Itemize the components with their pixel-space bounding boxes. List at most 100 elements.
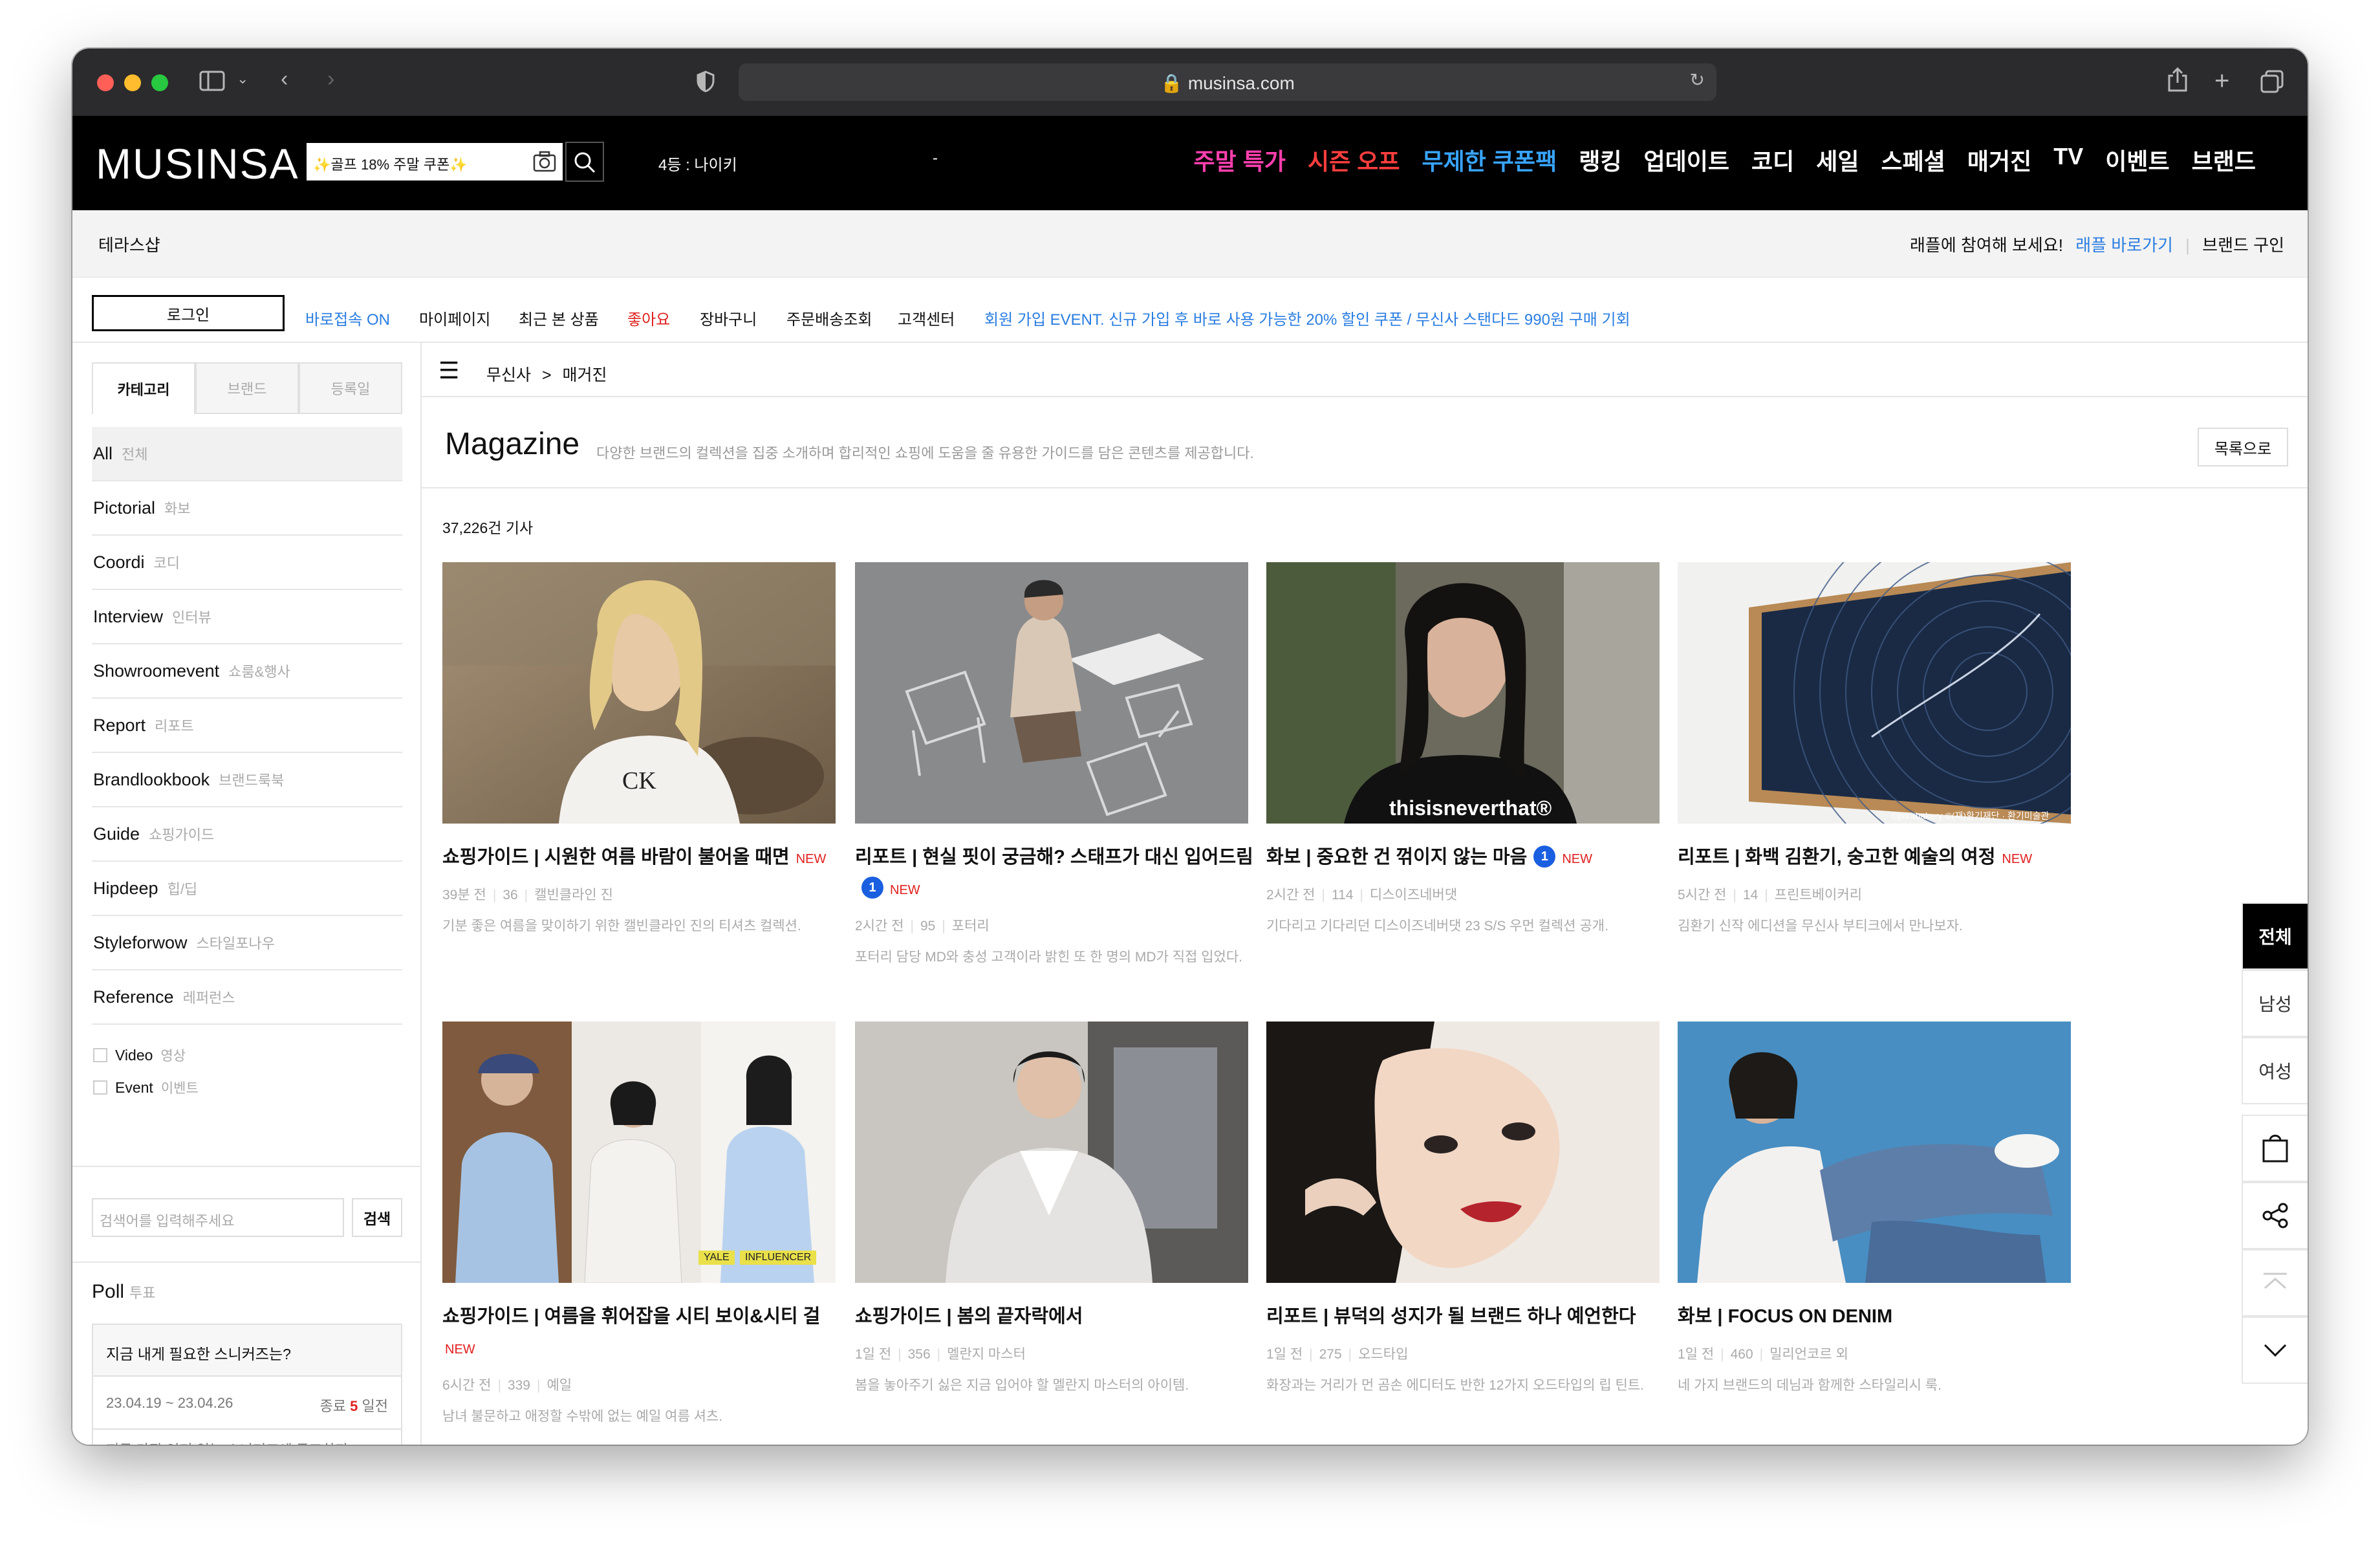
nav-magazine[interactable]: 매거진 [1967,143,2031,177]
shield-icon[interactable] [696,71,715,96]
menu-icon[interactable]: ☰ [438,357,459,384]
event-checkbox[interactable]: Event 이벤트 [93,1078,199,1097]
article-author[interactable]: 멜란지 마스터 [947,1347,1026,1362]
terrace-shop-link[interactable]: 테라스샵 [98,232,160,256]
scroll-top-button[interactable] [2242,1249,2308,1317]
shopping-bag-button[interactable] [2242,1115,2308,1182]
forward-arrow-icon[interactable]: › [327,68,334,90]
breadcrumb-home[interactable]: 무신사 [486,366,531,384]
share-button[interactable] [2242,1182,2308,1249]
article-author[interactable]: 예일 [546,1378,572,1393]
article-author[interactable]: 오드타입 [1358,1347,1408,1362]
article-thumbnail[interactable] [1266,1022,1660,1283]
quick-access-toggle[interactable]: 바로접속 ON [305,307,390,329]
article-title[interactable]: 쇼핑가이드 | 시원한 여름 바람이 불어올 때면 NEW [442,842,843,875]
article-author[interactable]: 캘빈클라인 진 [534,888,613,902]
category-showroomevent[interactable]: Showroomevent 쇼룸&행사 [92,644,402,699]
nav-brand[interactable]: 브랜드 [2192,143,2256,177]
article-title[interactable]: 리포트 | 화백 김환기, 숭고한 예술의 여정 NEW [1678,842,2079,875]
address-bar[interactable]: 🔒 musinsa.com ↻ [739,63,1716,101]
nav-update[interactable]: 업데이트 [1644,143,1729,177]
maximize-window-button[interactable] [151,74,168,91]
sidebar-toggle-icon[interactable] [199,69,225,96]
article-thumbnail[interactable]: YALE INFLUENCER [442,1022,836,1283]
category-pictorial[interactable]: Pictorial 화보 [92,481,402,536]
article-thumbnail[interactable]: CK [442,562,836,824]
chevron-down-icon[interactable]: ⌄ [237,72,248,86]
category-coordi[interactable]: Coordi 코디 [92,536,402,590]
raffle-link[interactable]: 래플 바로가기 [2075,235,2173,255]
nav-weekend-sale[interactable]: 주말 특가 [1194,143,1286,177]
category-guide[interactable]: Guide 쇼핑가이드 [92,807,402,862]
category-report[interactable]: Report 리포트 [92,699,402,753]
nav-sale[interactable]: 세일 [1816,143,1859,177]
filter-all-button[interactable]: 전체 [2242,902,2308,970]
sidebar-search-button[interactable]: 검색 [352,1198,402,1237]
article-time: 2시간 전 [1266,888,1315,902]
nav-event[interactable]: 이벤트 [2105,143,2169,177]
article-author[interactable]: 포터리 [952,919,990,934]
article-title[interactable]: 리포트 | 현실 핏이 궁금해? 스태프가 대신 입어드림 1 NEW [855,842,1256,906]
poll-card[interactable]: 지금 내게 필요한 스니커즈는? 23.04.19 ~ 23.04.26 종료 … [92,1324,402,1445]
category-brandlookbook[interactable]: Brandlookbook 브랜드룩북 [92,753,402,807]
article-title[interactable]: 화보 | FOCUS ON DENIM [1678,1301,2079,1334]
login-button[interactable]: 로그인 [92,295,285,331]
cart-link[interactable]: 장바구니 [700,307,757,329]
article-thumbnail[interactable]: ©printbakery ©(재)환기재단 · 환기미술관 [1678,562,2071,824]
reload-icon[interactable]: ↻ [1690,71,1705,89]
article-title[interactable]: 쇼핑가이드 | 봄의 끝자락에서 [855,1301,1256,1334]
article-title[interactable]: 쇼핑가이드 | 여름을 휘어잡을 시티 보이&시티 걸 NEW [442,1301,843,1365]
new-tab-icon[interactable]: + [2214,68,2229,94]
filter-women-button[interactable]: 여성 [2242,1037,2308,1104]
brand-recruit-link[interactable]: 브랜드 구인 [2202,235,2284,255]
order-tracking-link[interactable]: 주문배송조회 [786,307,872,329]
signup-event-banner[interactable]: 회원 가입 EVENT. 신규 가입 후 바로 사용 가능한 20% 할인 쿠폰… [984,307,1630,329]
article-thumbnail[interactable] [1678,1022,2071,1283]
breadcrumb-current[interactable]: 매거진 [563,366,607,384]
customer-center-link[interactable]: 고객센터 [898,307,955,329]
nav-tv[interactable]: TV [2053,143,2083,177]
article-title-text: 화보 | 중요한 건 꺾이지 않는 마음 [1266,847,1528,868]
back-arrow-icon[interactable]: ‹ [281,68,288,90]
article-thumbnail[interactable] [855,562,1248,824]
nav-coupon-pack[interactable]: 무제한 쿠폰팩 [1422,143,1557,177]
article-thumbnail[interactable] [855,1022,1248,1283]
filter-men-button[interactable]: 남성 [2242,970,2308,1037]
category-reference[interactable]: Reference 레퍼런스 [92,970,402,1025]
my-page-link[interactable]: 마이페이지 [419,307,490,329]
list-button[interactable]: 목록으로 [2198,428,2288,466]
share-icon[interactable] [2167,67,2189,96]
nav-season-off[interactable]: 시즌 오프 [1308,143,1400,177]
header-search-input[interactable]: ✨골프 18% 주말 쿠폰✨ [305,142,564,182]
close-window-button[interactable] [97,74,114,91]
tab-brand[interactable]: 브랜드 [195,362,299,414]
category-interview[interactable]: Interview 인터뷰 [92,590,402,644]
likes-link[interactable]: 좋아요 [627,307,670,329]
musinsa-logo[interactable]: MUSINSA [96,139,299,188]
browser-window: ⌄ ‹ › 🔒 musinsa.com ↻ + MUSINSA ✨골프 18% … [72,49,2308,1445]
nav-coordi[interactable]: 코디 [1751,143,1794,177]
category-all[interactable]: All 전체 [92,427,402,481]
minimize-window-button[interactable] [124,74,141,91]
camera-icon[interactable] [533,151,556,176]
shopping-bag-icon [2262,1135,2288,1163]
article-author[interactable]: 밀리언코르 외 [1769,1347,1848,1362]
tab-overview-icon[interactable] [2260,69,2284,98]
article-thumbnail[interactable]: thisisneverthat® [1266,562,1660,824]
category-styleforwow[interactable]: Styleforwow 스타일포나우 [92,916,402,970]
header-search-button[interactable] [565,142,604,182]
recently-viewed-link[interactable]: 최근 본 상품 [519,307,599,329]
search-ranking[interactable]: 4등 : 나이키 [658,152,737,175]
category-hipdeep[interactable]: Hipdeep 힙/딥 [92,862,402,916]
tab-category[interactable]: 카테고리 [92,362,195,414]
nav-ranking[interactable]: 랭킹 [1579,143,1621,177]
article-author[interactable]: 프린트베이커리 [1775,888,1862,902]
sidebar-search-input[interactable]: 검색어를 입력해주세요 [92,1198,344,1237]
article-author[interactable]: 디스이즈네버댓 [1370,888,1457,902]
article-title[interactable]: 리포트 | 뷰덕의 성지가 될 브랜드 하나 예언한다 [1266,1301,1667,1334]
article-title[interactable]: 화보 | 중요한 건 꺾이지 않는 마음 1 NEW [1266,842,1667,875]
nav-special[interactable]: 스페셜 [1881,143,1945,177]
tab-date[interactable]: 등록일 [299,362,402,414]
scroll-down-button[interactable] [2242,1317,2308,1384]
video-checkbox[interactable]: Video 영상 [93,1045,186,1065]
